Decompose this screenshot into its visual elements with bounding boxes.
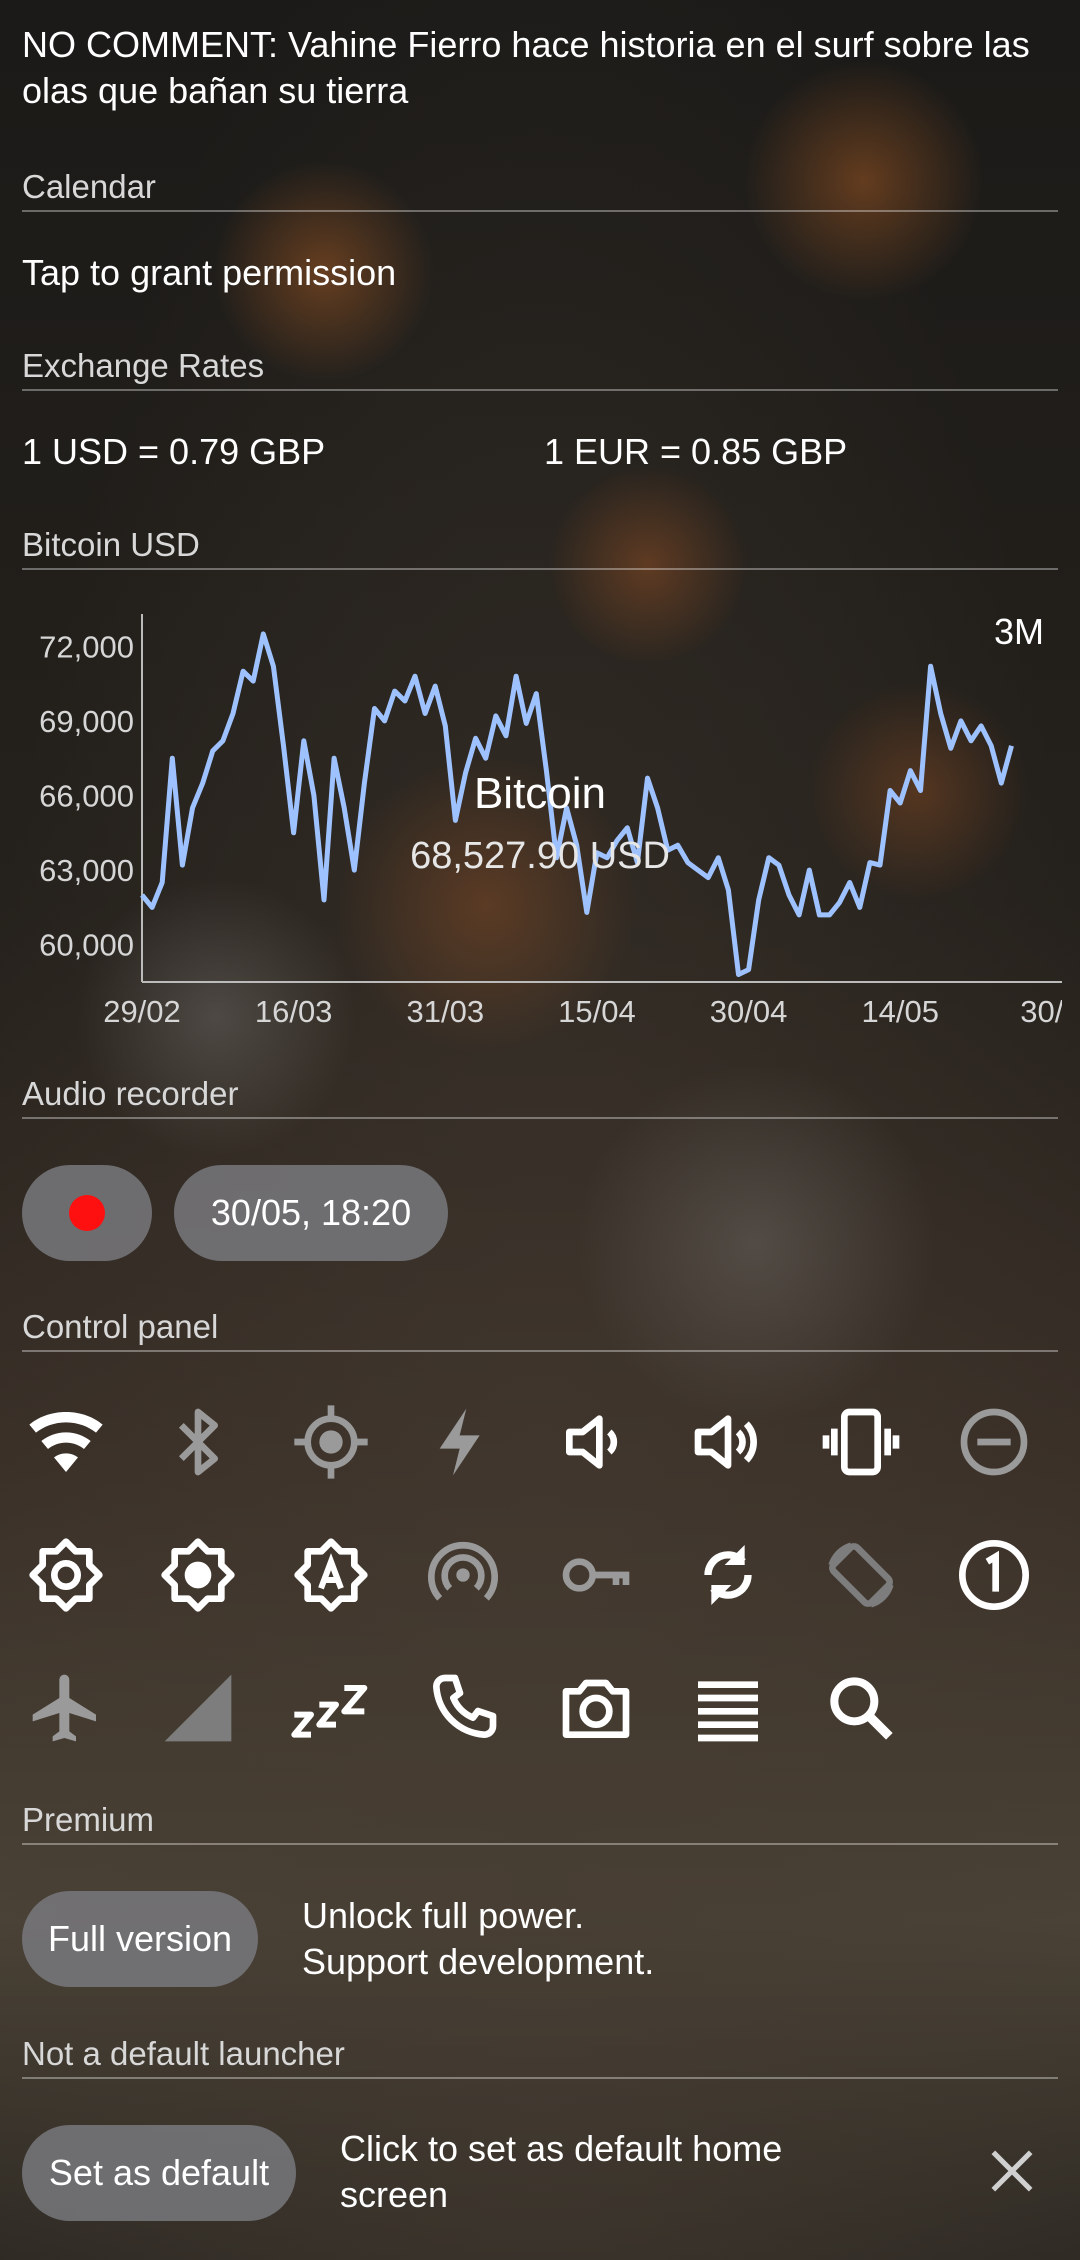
search-icon[interactable] [811, 1658, 911, 1758]
exchange-rate-usd[interactable]: 1 USD = 0.79 GBP [22, 431, 325, 473]
bitcoin-section-title: Bitcoin USD [22, 526, 1058, 570]
y-tick-label: 63,000 [39, 853, 134, 888]
mobile-signal-icon[interactable] [148, 1658, 248, 1758]
control-section-title: Control panel [22, 1308, 1058, 1352]
do-not-disturb-icon[interactable] [944, 1392, 1044, 1492]
exchange-section-title: Exchange Rates [22, 347, 1058, 391]
x-tick-label: 15/04 [558, 994, 636, 1029]
news-headline[interactable]: NO COMMENT: Vahine Fierro hace historia … [22, 22, 1042, 114]
y-tick-label: 69,000 [39, 704, 134, 739]
bitcoin-chart-svg: 72,000 69,000 66,000 63,000 60,000 29/02 16/0… [39, 611, 1064, 1029]
launcher-section-title: Not a default launcher [22, 2035, 1058, 2079]
y-tick-label: 66,000 [39, 779, 134, 814]
x-tick-label: 16/03 [255, 994, 333, 1029]
calendar-section-title: Calendar [22, 168, 1058, 212]
notes-list-icon[interactable] [678, 1658, 778, 1758]
x-tick-label: 30/04 [710, 994, 788, 1029]
phone-icon[interactable] [413, 1658, 513, 1758]
brightness-high-icon[interactable] [148, 1525, 248, 1625]
chart-coin-price: 68,527.90 USD [410, 835, 670, 877]
location-icon[interactable] [281, 1392, 381, 1492]
sleep-icon[interactable] [281, 1658, 381, 1758]
volume-high-icon[interactable] [678, 1392, 778, 1492]
y-tick-label: 72,000 [39, 629, 134, 664]
camera-icon[interactable] [546, 1658, 646, 1758]
auto-brightness-icon[interactable] [281, 1525, 381, 1625]
flashlight-icon[interactable] [413, 1392, 513, 1492]
calendar-permission-text[interactable]: Tap to grant permission [22, 252, 396, 294]
audio-section-title: Audio recorder [22, 1075, 1058, 1119]
vpn-key-icon[interactable] [546, 1525, 646, 1625]
full-version-button[interactable]: Full version [22, 1891, 258, 1987]
set-as-default-button[interactable]: Set as default [22, 2125, 296, 2221]
record-icon [69, 1195, 105, 1231]
auto-rotate-icon[interactable] [811, 1525, 911, 1625]
exchange-rate-eur[interactable]: 1 EUR = 0.85 GBP [544, 431, 847, 473]
chart-period-label[interactable]: 3M [994, 611, 1044, 652]
x-tick-label: 31/03 [407, 994, 485, 1029]
launcher-message: Click to set as default home screen [340, 2128, 783, 2215]
volume-low-icon[interactable] [546, 1392, 646, 1492]
recording-timestamp-button[interactable]: 30/05, 18:20 [174, 1165, 448, 1261]
premium-section-title: Premium [22, 1801, 1058, 1845]
hotspot-icon[interactable] [413, 1525, 513, 1625]
wifi-icon[interactable] [16, 1392, 116, 1492]
x-tick-label: 14/05 [861, 994, 939, 1029]
brightness-low-icon[interactable] [16, 1525, 116, 1625]
airplane-mode-icon[interactable] [16, 1658, 116, 1758]
premium-line-1: Unlock full power. [302, 1895, 585, 1936]
bluetooth-icon[interactable] [148, 1392, 248, 1492]
x-tick-label: 29/02 [103, 994, 181, 1029]
vibrate-icon[interactable] [811, 1392, 911, 1492]
bitcoin-chart[interactable]: 72,000 69,000 66,000 63,000 60,000 29/02 16/0… [22, 600, 1064, 1040]
sync-icon[interactable] [678, 1525, 778, 1625]
sim-one-icon[interactable] [944, 1525, 1044, 1625]
chart-coin-name: Bitcoin [474, 769, 606, 818]
premium-line-2: Support development. [302, 1941, 655, 1982]
y-tick-label: 60,000 [39, 928, 134, 963]
record-button[interactable] [22, 1165, 152, 1261]
close-icon[interactable] [984, 2143, 1040, 2199]
x-tick-label: 30/ [1020, 994, 1062, 1029]
